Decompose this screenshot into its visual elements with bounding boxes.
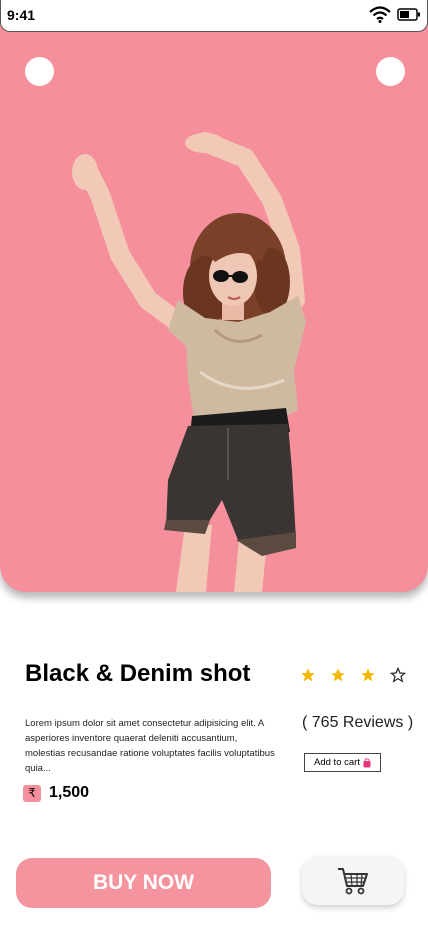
rupee-icon: ₹: [23, 784, 41, 802]
wifi-icon: [369, 6, 391, 23]
product-title: Black & Denim shot: [25, 660, 251, 687]
price: ₹ 1,500: [23, 784, 89, 802]
star-rating: [300, 667, 406, 683]
review-count[interactable]: ( 765 Reviews ): [302, 714, 413, 732]
shopping-cart-icon: [338, 867, 368, 894]
buy-now-button[interactable]: BUY NOW: [16, 858, 271, 908]
product-description: Lorem ipsum dolor sit amet consectetur a…: [25, 718, 275, 774]
battery-icon: [397, 8, 420, 21]
add-to-cart-label: Add to cart: [314, 757, 360, 768]
star-filled-icon: [301, 668, 315, 682]
star-filled-icon: [361, 668, 375, 682]
star-outline-icon: [390, 667, 406, 683]
product-photo: [72, 132, 306, 592]
star-filled-icon: [331, 668, 345, 682]
cart-button[interactable]: [302, 856, 404, 905]
status-time: 9:41: [7, 7, 36, 23]
add-to-cart-button[interactable]: Add to cart: [304, 753, 381, 772]
price-value: 1,500: [49, 784, 90, 801]
shopping-bag-icon: [363, 757, 371, 767]
product-hero: [0, 20, 428, 592]
status-bar: 9:41: [0, 0, 428, 32]
